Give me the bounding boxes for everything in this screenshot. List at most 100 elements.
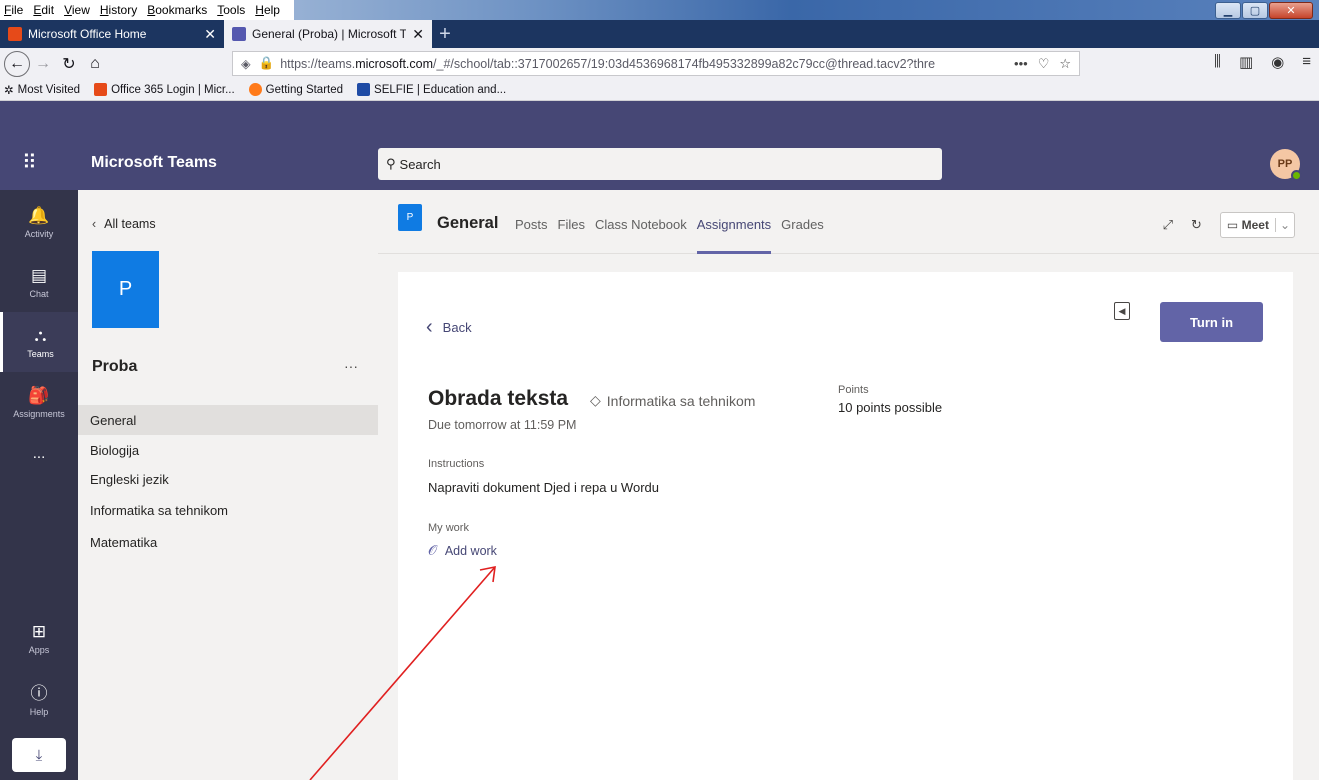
- channel-biologija[interactable]: Biologija: [78, 435, 378, 465]
- tab-title: Microsoft Office Home: [28, 27, 147, 41]
- toolbar-right: ⫼ ▥ ◉ ≡: [1214, 53, 1311, 71]
- chevron-down-icon[interactable]: ⌄: [1274, 218, 1294, 232]
- navigation-bar: ← → ↻ ⌂ ◈ 🔒 https://teams.microsoft.com/…: [0, 48, 1319, 79]
- page-actions-icon[interactable]: •••: [1014, 56, 1028, 71]
- rail-teams[interactable]: ⛬ Teams: [0, 312, 78, 372]
- minimize-icon[interactable]: ▁: [1215, 2, 1241, 19]
- menu-history[interactable]: History: [100, 3, 137, 17]
- assignment-category: ◇ Informatika sa tehnikom: [590, 392, 755, 409]
- library-icon[interactable]: ⫼: [1214, 53, 1221, 71]
- avatar[interactable]: PP: [1270, 149, 1302, 181]
- expand-icon[interactable]: ⤢: [1163, 217, 1173, 233]
- reload-icon[interactable]: ↻: [56, 51, 82, 77]
- pocket-icon[interactable]: ♡: [1038, 56, 1050, 72]
- menu-bookmarks[interactable]: Bookmarks: [147, 3, 207, 17]
- app-rail: 🔔 Activity ▤ Chat ⛬ Teams 🎒 Assignments …: [0, 190, 78, 780]
- channel-general[interactable]: General: [78, 405, 378, 435]
- teams-header: ⠿ Microsoft Teams ⚲ Search PP: [0, 139, 1319, 190]
- rail-activity[interactable]: 🔔 Activity: [0, 192, 78, 252]
- forward-arrow-icon[interactable]: →: [30, 51, 56, 77]
- rail-label: Teams: [27, 348, 54, 359]
- download-app-icon[interactable]: ⤓: [12, 738, 66, 772]
- menu-help[interactable]: Help: [255, 3, 280, 17]
- tab-teams-general[interactable]: General (Proba) | Microsoft Tea ✕: [224, 20, 432, 48]
- eu-flag-icon: [357, 83, 371, 96]
- back-arrow-icon[interactable]: ←: [4, 50, 30, 77]
- channel-informatika[interactable]: Informatika sa tehnikom: [78, 495, 378, 525]
- apps-icon: ⊞: [31, 621, 47, 641]
- app-launcher-icon[interactable]: ⠿: [22, 153, 37, 173]
- tab-office-home[interactable]: Microsoft Office Home ✕: [0, 20, 224, 48]
- menu-tools[interactable]: Tools: [217, 3, 245, 17]
- tab-close-icon[interactable]: ✕: [204, 26, 216, 43]
- url-text[interactable]: https://teams.microsoft.com/_#/school/ta…: [280, 57, 1004, 71]
- sidebar-icon[interactable]: ▥: [1239, 53, 1253, 71]
- bookmark-office365[interactable]: Office 365 Login | Micr...: [94, 83, 235, 96]
- chevron-left-icon: ‹: [92, 217, 97, 231]
- backpack-icon: 🎒: [28, 385, 50, 405]
- lock-icon[interactable]: 🔒: [259, 56, 275, 71]
- maximize-icon[interactable]: ▢: [1242, 2, 1268, 19]
- firefox-icon: [248, 83, 262, 96]
- page-background-band: [0, 101, 1319, 139]
- presence-badge: [1291, 170, 1302, 181]
- team-name: Proba: [92, 358, 138, 375]
- bookmark-selfie[interactable]: SELFIE | Education and...: [357, 83, 506, 96]
- bookmarks-toolbar: ✲ Most Visited Office 365 Login | Micr...…: [0, 79, 1319, 101]
- chat-icon: ▤: [30, 265, 48, 285]
- immersive-reader-icon[interactable]: ◀: [1114, 302, 1130, 320]
- shield-icon[interactable]: ◈: [241, 56, 251, 71]
- main-content: P General Posts Files Class Notebook Ass…: [378, 190, 1319, 780]
- tab-close-icon[interactable]: ✕: [412, 26, 424, 43]
- new-tab-button[interactable]: +: [432, 20, 458, 48]
- team-avatar: P: [92, 251, 159, 328]
- team-more-options-icon[interactable]: ···: [344, 358, 358, 374]
- tab-class-notebook[interactable]: Class Notebook: [595, 217, 687, 254]
- rail-more[interactable]: ...: [0, 425, 78, 485]
- add-work-label: Add work: [444, 543, 497, 558]
- bookmark-most-visited[interactable]: ✲ Most Visited: [4, 83, 80, 97]
- tab-strip: Microsoft Office Home ✕ General (Proba) …: [0, 20, 1319, 48]
- hamburger-menu-icon[interactable]: ≡: [1302, 53, 1311, 71]
- avatar-initials: PP: [1277, 158, 1293, 170]
- my-work-label: My work: [428, 522, 469, 534]
- bookmark-star-icon[interactable]: ☆: [1059, 56, 1071, 72]
- rail-label: Assignments: [13, 408, 65, 419]
- all-teams-link[interactable]: ‹ All teams: [92, 217, 156, 231]
- search-input[interactable]: ⚲ Search: [378, 148, 942, 180]
- rail-label: Activity: [24, 228, 54, 239]
- paperclip-icon: 𝒪: [428, 542, 437, 558]
- gear-icon: ✲: [4, 84, 14, 97]
- tab-assignments[interactable]: Assignments: [696, 217, 772, 254]
- back-button[interactable]: ‹ Back: [426, 316, 472, 339]
- window-controls: ▁ ▢ ✕: [1214, 2, 1313, 19]
- video-icon: ▭: [1226, 218, 1242, 232]
- turn-in-button[interactable]: Turn in: [1160, 302, 1263, 342]
- channel-engleski-jezik[interactable]: Engleski jezik: [78, 464, 378, 494]
- rail-chat[interactable]: ▤ Chat: [0, 252, 78, 312]
- channel-header: P General Posts Files Class Notebook Ass…: [378, 190, 1319, 254]
- category-label: Informatika sa tehnikom: [606, 392, 756, 409]
- menu-edit[interactable]: Edit: [33, 3, 54, 17]
- address-bar[interactable]: ◈ 🔒 https://teams.microsoft.com/_#/schoo…: [232, 51, 1080, 76]
- menu-bar: File Edit View History Bookmarks Tools H…: [0, 0, 294, 20]
- rail-apps[interactable]: ⊞ Apps: [0, 608, 78, 668]
- account-icon[interactable]: ◉: [1271, 53, 1284, 71]
- home-icon[interactable]: ⌂: [82, 51, 108, 77]
- teams-people-icon: ⛬: [34, 325, 47, 345]
- back-label: Back: [442, 320, 472, 335]
- rail-help[interactable]: ⓘ Help: [0, 668, 78, 728]
- add-work-button[interactable]: 𝒪 Add work: [428, 542, 497, 559]
- close-window-icon[interactable]: ✕: [1269, 2, 1313, 19]
- tab-files[interactable]: Files: [558, 217, 585, 254]
- refresh-icon[interactable]: ↻: [1191, 217, 1202, 233]
- tab-grades[interactable]: Grades: [781, 217, 824, 254]
- bookmark-getting-started[interactable]: Getting Started: [248, 83, 343, 96]
- rail-assignments[interactable]: 🎒 Assignments: [0, 372, 78, 432]
- channel-matematika[interactable]: Matematika: [78, 527, 378, 557]
- search-placeholder: Search: [399, 156, 441, 172]
- menu-file[interactable]: File: [4, 3, 23, 17]
- tab-posts[interactable]: Posts: [515, 217, 548, 254]
- menu-view[interactable]: View: [64, 3, 90, 17]
- meet-button[interactable]: ▭ Meet ⌄: [1219, 212, 1295, 238]
